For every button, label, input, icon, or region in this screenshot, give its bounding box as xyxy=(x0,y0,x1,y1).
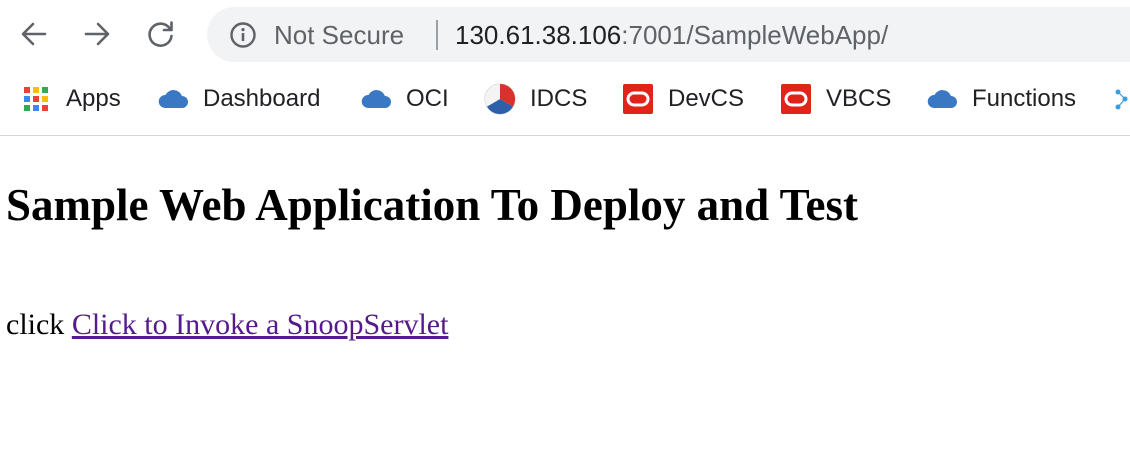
url-path: :7001/SampleWebApp/ xyxy=(621,20,889,50)
browser-toolbar: Not Secure 130.61.38.106:7001/SampleWebA… xyxy=(0,0,1130,68)
bookmark-dashboard[interactable]: Dashboard xyxy=(157,82,320,116)
arrow-right-icon xyxy=(84,22,110,46)
page-heading: Sample Web Application To Deploy and Tes… xyxy=(6,180,858,230)
forward-button[interactable] xyxy=(78,15,116,53)
bookmark-label: DevCS xyxy=(668,85,745,112)
bookmark-label: OCI xyxy=(406,85,449,112)
network-icon xyxy=(1115,89,1128,110)
reload-icon xyxy=(148,21,173,47)
cloud-icon xyxy=(926,83,958,115)
bookmark-label: Dashboard xyxy=(203,85,321,112)
arrow-left-icon xyxy=(21,22,47,46)
cloud-icon xyxy=(360,83,392,115)
security-status-label[interactable]: Not Secure xyxy=(274,20,404,50)
info-icon[interactable] xyxy=(229,21,257,49)
bookmark-label: IDCS xyxy=(530,85,588,112)
snoop-servlet-link[interactable]: Click to Invoke a SnoopServlet xyxy=(72,308,449,341)
bookmark-idcs[interactable]: IDCS xyxy=(484,82,587,116)
bookmarks-bar: Apps Dashboard OCI IDCS DevCS VBCS Funct… xyxy=(0,70,1130,132)
apps-grid-icon xyxy=(20,83,52,115)
bookmark-devcs[interactable]: DevCS xyxy=(622,82,744,116)
reload-button[interactable] xyxy=(142,15,180,53)
oracle-logo-icon xyxy=(622,83,654,115)
cloud-icon xyxy=(157,83,189,115)
bookmark-label: VBCS xyxy=(826,85,892,112)
url-host: 130.61.38.106 xyxy=(455,20,622,50)
invoke-prefix-text: click xyxy=(6,308,72,341)
idcs-logo-icon xyxy=(484,83,516,115)
bookmark-functions[interactable]: Functions xyxy=(926,82,1076,116)
bookmark-apps[interactable]: Apps xyxy=(20,82,121,116)
bookmark-oci[interactable]: OCI xyxy=(360,82,449,116)
bookmark-vbcs[interactable]: VBCS xyxy=(780,82,891,116)
back-button[interactable] xyxy=(15,15,53,53)
address-bar[interactable]: Not Secure 130.61.38.106:7001/SampleWebA… xyxy=(207,7,1130,62)
bookmark-label: Apps xyxy=(66,85,121,112)
bookmark-overflow-partial[interactable] xyxy=(1112,82,1130,116)
oracle-logo-icon xyxy=(780,83,812,115)
omnibox-divider xyxy=(436,20,438,50)
url-text[interactable]: 130.61.38.106:7001/SampleWebApp/ xyxy=(455,20,888,50)
invoke-line: click Click to Invoke a SnoopServlet xyxy=(6,307,448,343)
browser-chrome: Not Secure 130.61.38.106:7001/SampleWebA… xyxy=(0,0,1130,136)
bookmark-label: Functions xyxy=(972,85,1077,112)
page-content: Sample Web Application To Deploy and Tes… xyxy=(0,137,1130,462)
